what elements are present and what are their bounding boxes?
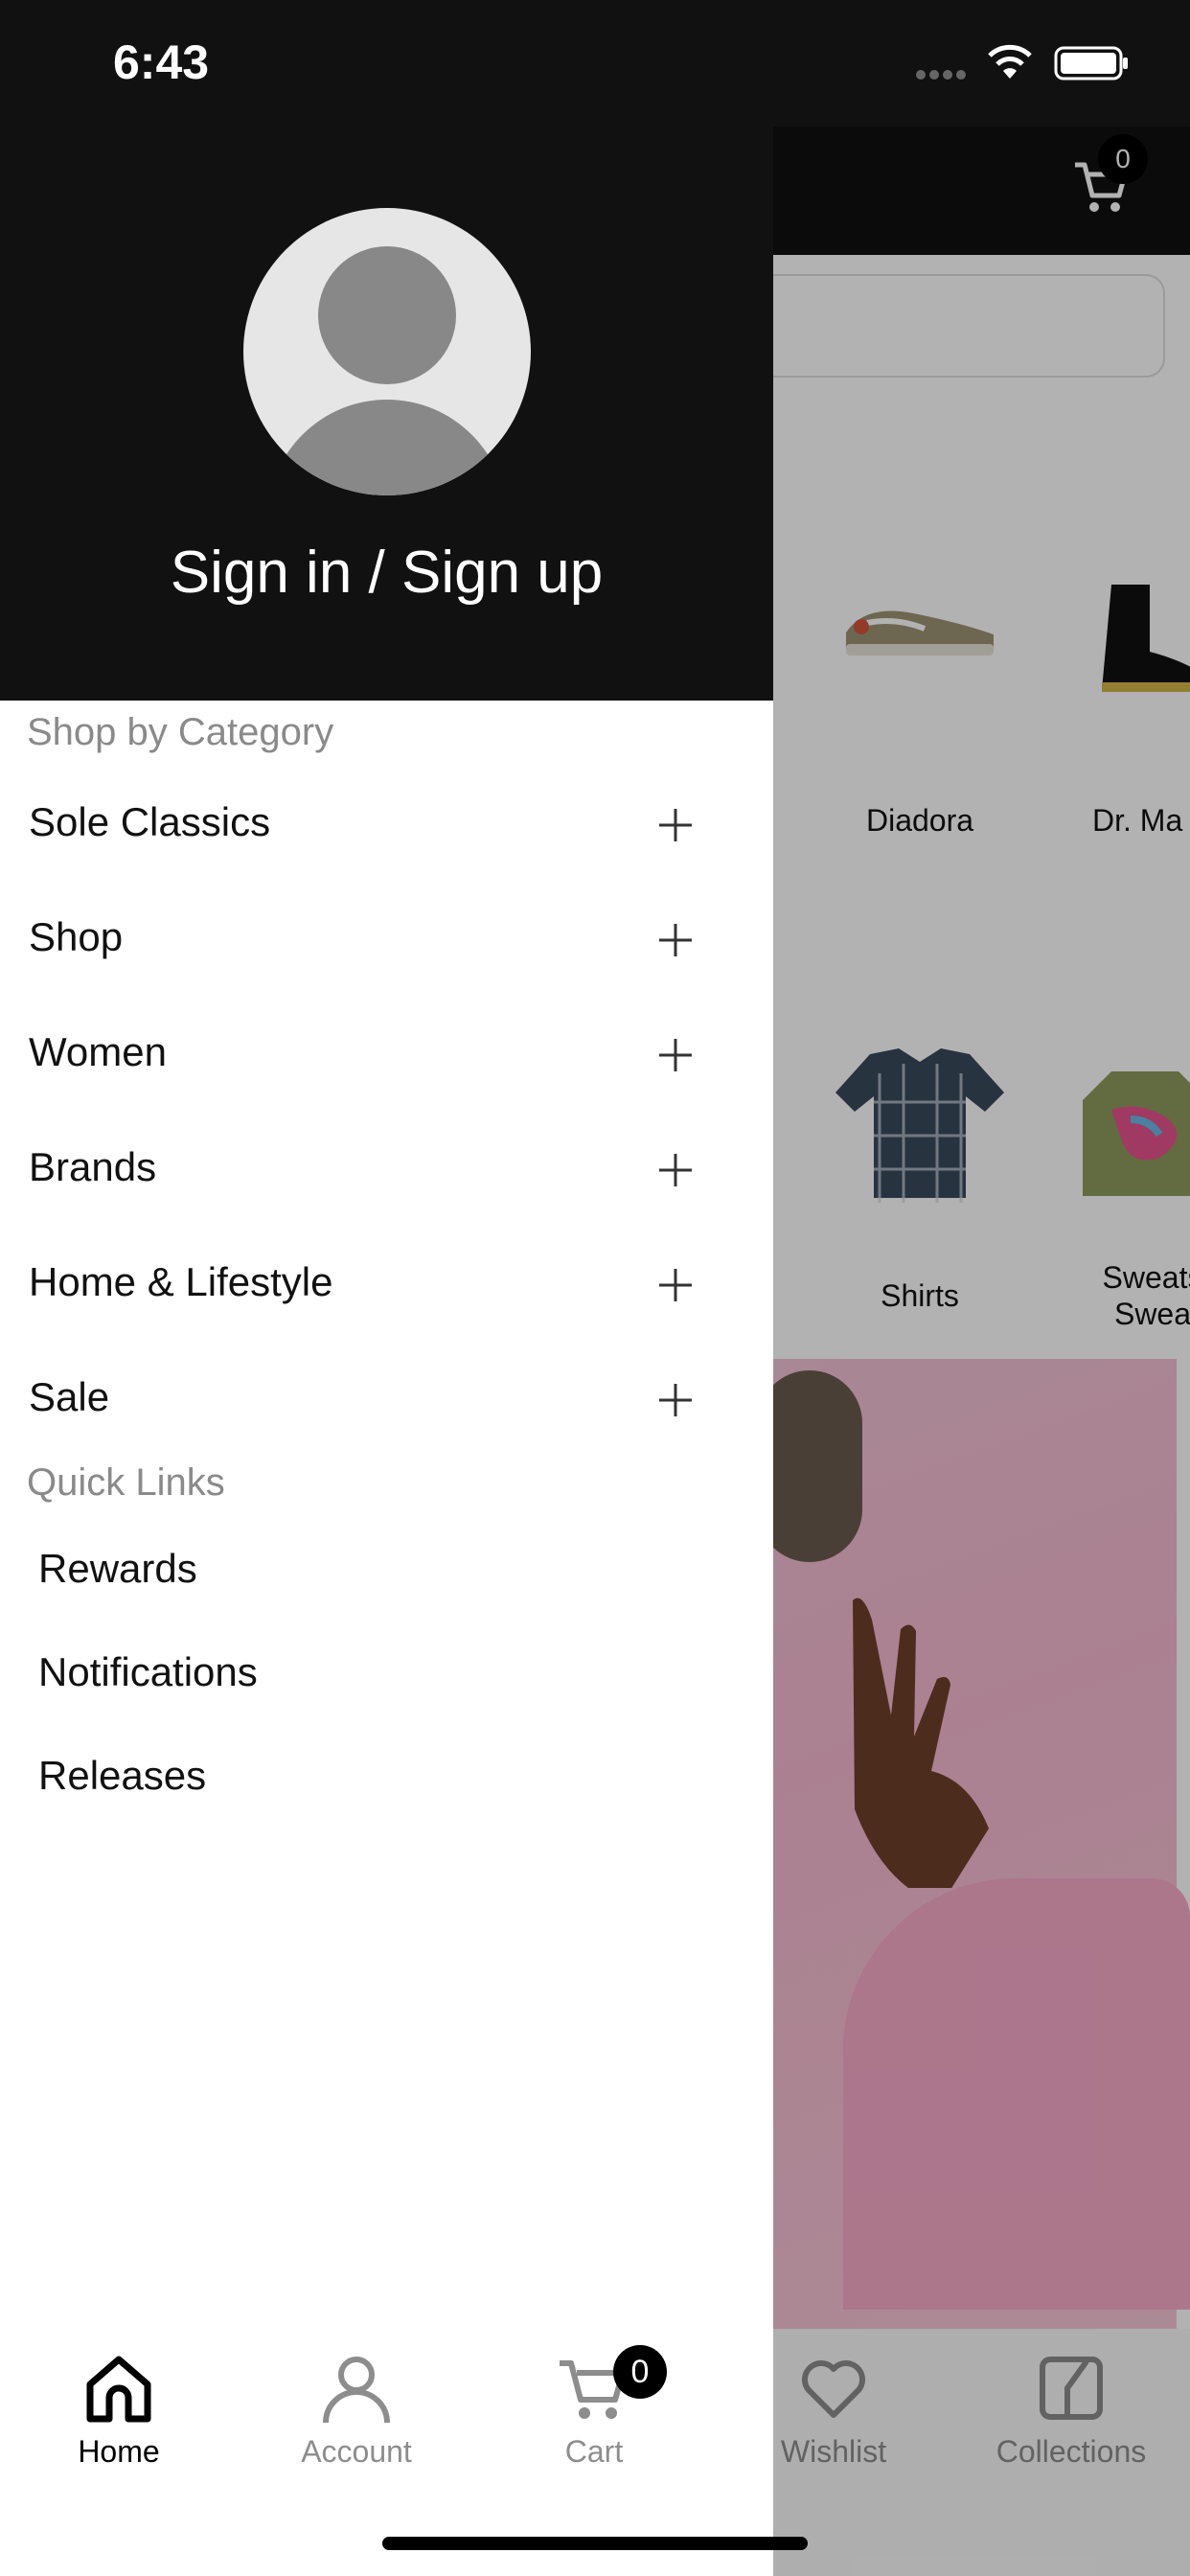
shop-by-category-title: Shop by Category xyxy=(27,711,334,753)
tab-label: Cart xyxy=(564,2434,624,2469)
avatar[interactable] xyxy=(243,208,531,495)
cellular-signal-icon xyxy=(916,70,966,80)
category-item-women[interactable]: Women xyxy=(0,997,773,1112)
account-icon xyxy=(323,2357,390,2424)
category-label: Women xyxy=(29,1029,167,1074)
tab-cart[interactable]: Cart xyxy=(475,2350,713,2470)
category-label: Sole Classics xyxy=(29,799,271,844)
plus-icon[interactable] xyxy=(657,807,694,843)
category-label: Home & Lifestyle xyxy=(29,1259,333,1304)
category-item-shop[interactable]: Shop xyxy=(0,882,773,997)
plus-icon[interactable] xyxy=(657,922,694,958)
wifi-icon xyxy=(988,44,1032,79)
plus-icon[interactable] xyxy=(657,1152,694,1188)
category-item-sale[interactable]: Sale xyxy=(0,1342,773,1457)
navigation-drawer: Sign in / Sign up Shop by Category Sole … xyxy=(0,0,773,2576)
plus-icon[interactable] xyxy=(657,1382,694,1418)
status-bar: 6:43 xyxy=(0,0,1190,126)
tab-home[interactable]: Home xyxy=(0,2350,238,2470)
category-item-brands[interactable]: Brands xyxy=(0,1112,773,1227)
category-label: Brands xyxy=(29,1144,157,1189)
tab-account[interactable]: Account xyxy=(238,2350,475,2470)
quick-links-title: Quick Links xyxy=(27,1461,225,1504)
avatar-head xyxy=(318,246,456,384)
category-label: Shop xyxy=(29,914,124,959)
plus-icon[interactable] xyxy=(657,1267,694,1303)
avatar-body xyxy=(267,400,507,495)
category-item-home-lifestyle[interactable]: Home & Lifestyle xyxy=(0,1227,773,1342)
sign-in-button[interactable]: Sign in / Sign up xyxy=(0,539,773,607)
plus-icon[interactable] xyxy=(657,1037,694,1073)
category-label: Sale xyxy=(29,1374,110,1419)
quick-link-releases[interactable]: Releases xyxy=(38,1753,206,1799)
tab-label: Account xyxy=(301,2434,412,2469)
quick-link-notifications[interactable]: Notifications xyxy=(38,1649,258,1695)
drawer-profile-header: Sign in / Sign up xyxy=(0,126,773,701)
tab-label: Home xyxy=(78,2434,160,2469)
category-item-sole-classics[interactable]: Sole Classics xyxy=(0,767,773,882)
home-indicator[interactable] xyxy=(382,2537,808,2550)
status-time: 6:43 xyxy=(113,35,210,89)
quick-link-rewards[interactable]: Rewards xyxy=(38,1546,197,1592)
battery-icon xyxy=(1054,46,1128,80)
cart-count-badge: 0 xyxy=(613,2345,667,2399)
home-icon xyxy=(86,2356,151,2423)
